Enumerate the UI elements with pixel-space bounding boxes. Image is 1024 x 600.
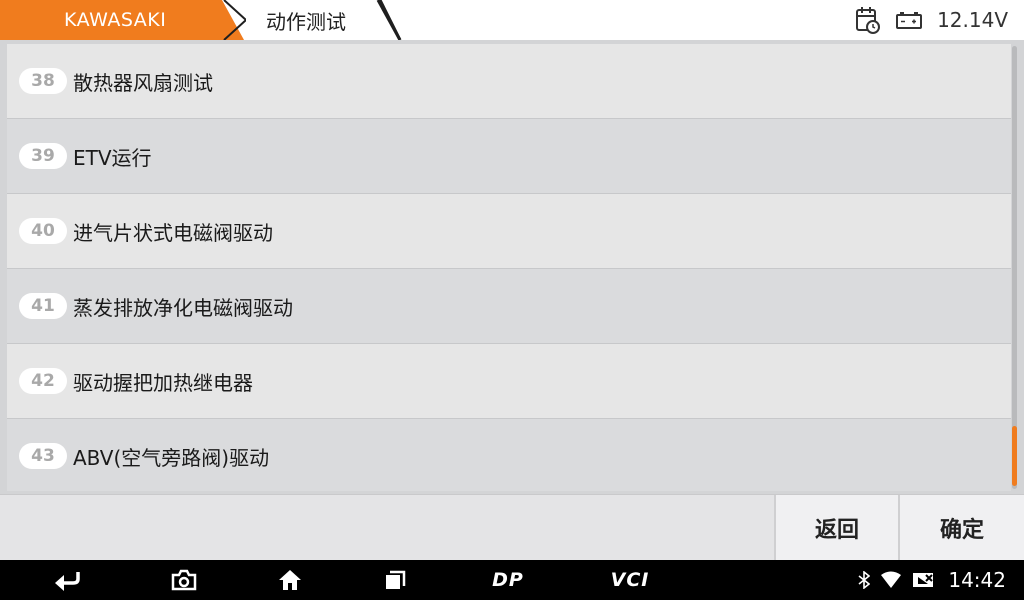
content-panel: 38 散热器风扇测试 39 ETV运行 40 进气片状式电磁阀驱动 41 蒸发排… — [0, 40, 1024, 494]
list-item[interactable]: 42 驱动握把加热继电器 — [7, 344, 1011, 418]
wifi-icon — [880, 571, 902, 589]
system-status-icons — [858, 560, 934, 600]
item-label: ABV(空气旁路阀)驱动 — [73, 445, 270, 470]
back-button[interactable]: 返回 — [774, 495, 898, 561]
breadcrumb-page-title: 动作测试 — [266, 9, 346, 34]
test-list: 38 散热器风扇测试 39 ETV运行 40 进气片状式电磁阀驱动 41 蒸发排… — [7, 44, 1011, 491]
item-label: 蒸发排放净化电磁阀驱动 — [73, 295, 293, 320]
button-bar: 返回 确定 — [0, 494, 1024, 561]
report-calendar-icon[interactable] — [855, 6, 881, 34]
item-label: 散热器风扇测试 — [73, 70, 213, 95]
battery-icon — [895, 10, 923, 30]
top-bar: KAWASAKI 动作测试 12.14V — [0, 0, 1024, 40]
vci-button[interactable]: VCI — [604, 560, 656, 600]
item-number-badge: 39 — [19, 143, 67, 169]
item-number-badge: 40 — [19, 218, 67, 244]
list-item[interactable]: 38 散热器风扇测试 — [7, 44, 1011, 118]
item-number-badge: 42 — [19, 368, 67, 394]
list-item[interactable]: 41 蒸发排放净化电磁阀驱动 — [7, 269, 1011, 343]
home-icon[interactable] — [274, 560, 306, 600]
scrollbar-track[interactable] — [1012, 46, 1017, 489]
list-item[interactable]: 39 ETV运行 — [7, 119, 1011, 193]
confirm-button[interactable]: 确定 — [898, 495, 1024, 561]
list-item[interactable]: 43 ABV(空气旁路阀)驱动 — [7, 419, 1011, 491]
bluetooth-icon — [858, 571, 870, 589]
breadcrumb-brand[interactable]: KAWASAKI — [0, 0, 230, 40]
status-area: 12.14V — [855, 0, 1008, 40]
dp-button[interactable]: DP — [486, 560, 530, 600]
item-number-badge: 38 — [19, 68, 67, 94]
clock: 14:42 — [948, 568, 1006, 592]
recents-icon[interactable] — [380, 560, 410, 600]
item-label: ETV运行 — [73, 145, 152, 170]
system-nav-bar: DP VCI 14:42 — [0, 560, 1024, 600]
item-number-badge: 43 — [19, 443, 67, 469]
signal-icon — [912, 571, 934, 589]
scrollbar-thumb[interactable] — [1012, 426, 1017, 486]
voltage-readout: 12.14V — [937, 8, 1008, 32]
list-item[interactable]: 40 进气片状式电磁阀驱动 — [7, 194, 1011, 268]
back-icon[interactable] — [50, 560, 84, 600]
item-number-badge: 41 — [19, 293, 67, 319]
camera-icon[interactable] — [168, 560, 200, 600]
item-label: 进气片状式电磁阀驱动 — [73, 220, 273, 245]
item-label: 驱动握把加热继电器 — [73, 370, 253, 395]
